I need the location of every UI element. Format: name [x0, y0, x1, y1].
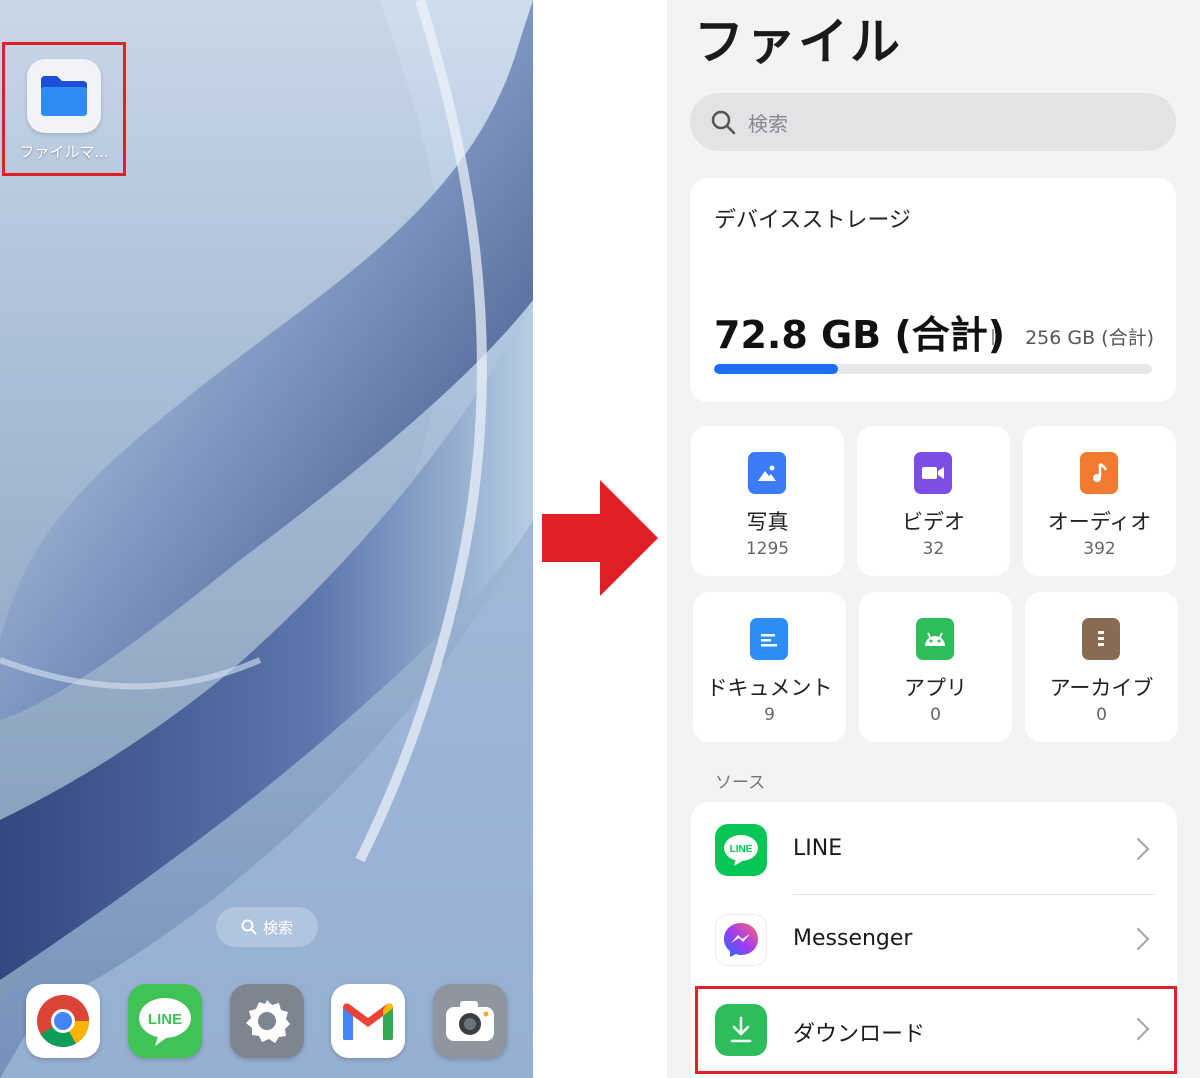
- folder-icon: [41, 76, 87, 116]
- home-search-button[interactable]: 検索: [216, 907, 318, 947]
- gear-icon: [246, 1000, 290, 1043]
- home-screen: ファイルマ... 検索 LINE: [0, 0, 533, 1078]
- category-apps[interactable]: アプリ 0: [859, 592, 1012, 742]
- category-count: 1295: [745, 539, 790, 559]
- search-icon: [711, 110, 736, 135]
- line-icon: LINE: [139, 998, 191, 1046]
- category-name: アプリ: [904, 676, 967, 700]
- category-count: 392: [1083, 539, 1116, 559]
- device-storage-card[interactable]: デバイスストレージ 72.8 GB (合計) 256 GB (合計): [690, 178, 1176, 402]
- photo-icon: [748, 452, 786, 494]
- file-manager-app-label: ファイルマ...: [19, 143, 109, 161]
- svg-text:LINE: LINE: [148, 1011, 182, 1028]
- category-archives[interactable]: アーカイブ 0: [1025, 592, 1178, 742]
- search-placeholder: 検索: [748, 111, 788, 136]
- category-name: アーカイブ: [1049, 676, 1154, 700]
- category-videos[interactable]: ビデオ 32: [857, 426, 1010, 576]
- source-line[interactable]: LINE LINE: [691, 806, 1177, 894]
- source-label: LINE: [793, 836, 843, 861]
- storage-separator: [992, 329, 994, 345]
- line-logo-icon: LINE: [715, 824, 767, 876]
- category-name: 写真: [746, 510, 789, 534]
- svg-text:LINE: LINE: [730, 844, 753, 855]
- chevron-right-icon: [1136, 837, 1150, 861]
- category-count: 32: [922, 539, 945, 559]
- source-messenger[interactable]: Messenger: [691, 896, 1177, 984]
- category-count: 9: [764, 705, 775, 725]
- sources-section-label: ソース: [715, 773, 766, 793]
- category-name: オーディオ: [1047, 510, 1152, 534]
- document-icon: [750, 618, 788, 660]
- chrome-app-icon[interactable]: [26, 984, 100, 1058]
- search-input[interactable]: 検索: [690, 93, 1176, 151]
- audio-icon: [1080, 452, 1118, 494]
- settings-app-icon[interactable]: [230, 984, 304, 1058]
- file-manager-app-icon[interactable]: [27, 59, 101, 133]
- storage-progress-bar: [714, 364, 1152, 374]
- storage-progress-fill: [714, 364, 839, 374]
- category-name: ビデオ: [902, 510, 965, 534]
- source-label: Messenger: [793, 926, 913, 951]
- video-icon: [914, 452, 952, 494]
- camera-icon: [446, 1001, 494, 1041]
- screenshot-composite: ファイルマ... 検索 LINE ファイル 検索 デバイスストレージ 72.8 …: [0, 0, 1200, 1078]
- page-title: ファイル: [694, 13, 902, 71]
- category-audio[interactable]: オーディオ 392: [1023, 426, 1176, 576]
- camera-app-icon[interactable]: [433, 984, 507, 1058]
- red-arrow-icon: [542, 480, 658, 596]
- category-name: ドキュメント: [706, 676, 833, 700]
- category-count: 0: [930, 705, 941, 725]
- category-documents[interactable]: ドキュメント 9: [693, 592, 846, 742]
- storage-title: デバイスストレージ: [714, 208, 911, 233]
- chevron-right-icon: [1136, 927, 1150, 951]
- category-photos[interactable]: 写真 1295: [691, 426, 844, 576]
- category-count: 0: [1096, 705, 1107, 725]
- download-highlight-box: [695, 986, 1177, 1074]
- gmail-app-icon[interactable]: [331, 984, 405, 1058]
- home-search-label: 検索: [262, 918, 293, 937]
- line-app-icon[interactable]: LINE: [128, 984, 202, 1058]
- storage-used: 72.8 GB (合計): [714, 313, 1006, 357]
- file-manager-screen: ファイル 検索 デバイスストレージ 72.8 GB (合計) 256 GB (合…: [667, 0, 1200, 1078]
- search-icon: [241, 919, 257, 935]
- chrome-icon: [37, 995, 89, 1047]
- storage-total: 256 GB (合計): [1025, 327, 1154, 349]
- archive-icon: [1082, 618, 1120, 660]
- messenger-logo-icon: [715, 914, 767, 966]
- gmail-icon: [343, 1003, 393, 1040]
- divider: [793, 894, 1155, 895]
- file-manager-app-highlight[interactable]: ファイルマ...: [2, 42, 126, 176]
- android-icon: [916, 618, 954, 660]
